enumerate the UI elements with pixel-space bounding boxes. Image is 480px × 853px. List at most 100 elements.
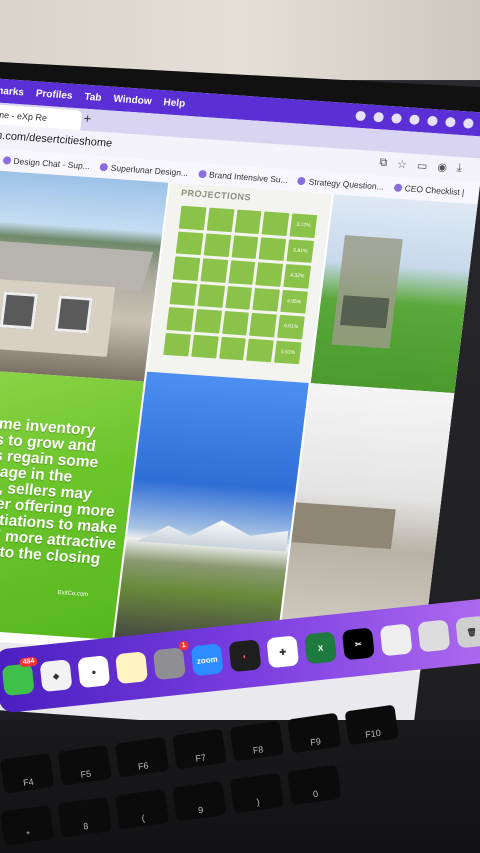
- key-f9[interactable]: F9: [287, 712, 342, 754]
- status-icon[interactable]: [462, 118, 474, 129]
- grid-cell: [218, 336, 247, 361]
- slack-icon[interactable]: ◆: [39, 659, 73, 693]
- downloads-icon[interactable]: [417, 619, 451, 653]
- toolbar-icons: ⧉ ☆ ▭ ◉ ⤓: [379, 156, 463, 175]
- bookmark-label: Brand Intensive Su...: [208, 169, 289, 185]
- bookmark-item[interactable]: Brand Intensive Su...: [197, 169, 289, 185]
- status-icon[interactable]: [355, 110, 367, 122]
- grid-cell: [194, 308, 222, 334]
- key-f6[interactable]: F6: [114, 736, 170, 778]
- url-text[interactable]: am.com/desertcitieshome: [0, 129, 113, 150]
- menu-bookmarks[interactable]: marks: [0, 85, 25, 98]
- extension-icon[interactable]: ◉: [437, 160, 448, 174]
- zoom-label: zoom: [196, 654, 219, 666]
- grid-cell: [221, 310, 250, 336]
- grid-cell: [224, 285, 253, 310]
- excel-icon[interactable]: X: [304, 631, 338, 665]
- promo-text: As home inventory begins to grow and buy…: [0, 413, 118, 568]
- grid-cell: [249, 312, 278, 337]
- grid-cell: [262, 211, 290, 236]
- grid-cell: [200, 258, 228, 283]
- status-icon[interactable]: [390, 113, 403, 124]
- zoom-icon[interactable]: zoom: [190, 643, 224, 677]
- page-content: As home inventory begins to grow and buy…: [0, 169, 478, 672]
- grid-cell: [169, 281, 197, 306]
- menu-help[interactable]: Help: [163, 97, 186, 109]
- grid-cell: [175, 231, 204, 256]
- key-f4[interactable]: F4: [0, 753, 55, 794]
- bookmark-favicon-icon: [2, 156, 12, 165]
- notes-icon[interactable]: [115, 651, 149, 685]
- star-icon[interactable]: ☆: [396, 158, 407, 172]
- grid-cell: 5.81%: [286, 238, 315, 263]
- messages-badge: 484: [19, 656, 38, 668]
- projections-post[interactable]: PROJECTIONS 3.17% 5.81% 4.32% 4.95% 6.61…: [147, 182, 332, 383]
- grid-cell: [255, 262, 284, 287]
- key-f7[interactable]: F7: [172, 728, 227, 770]
- chrome-icon[interactable]: ●: [77, 655, 111, 689]
- bookmark-item[interactable]: Design Chat - Sup...: [2, 155, 91, 171]
- house-photo[interactable]: [0, 169, 169, 382]
- settings-icon[interactable]: 1: [152, 640, 190, 681]
- key-f10[interactable]: F10: [344, 704, 399, 746]
- key-9[interactable]: 9: [172, 780, 227, 822]
- messages-icon[interactable]: 484: [1, 656, 38, 697]
- kitchen-counter: [291, 502, 396, 550]
- new-tab-button[interactable]: +: [83, 111, 92, 126]
- status-icon[interactable]: [444, 116, 457, 128]
- grid-cell: [197, 283, 225, 308]
- menu-tab[interactable]: Tab: [84, 91, 102, 103]
- grid-cell: [203, 232, 231, 258]
- key-close-paren[interactable]: ): [229, 772, 284, 814]
- grid-cell: [252, 287, 281, 312]
- bookmark-favicon-icon: [197, 169, 207, 179]
- sign-panel: [339, 295, 390, 329]
- house-window: [0, 291, 38, 330]
- key-asterisk[interactable]: *: [0, 805, 55, 846]
- status-icon[interactable]: [426, 115, 439, 127]
- status-icon[interactable]: [372, 111, 385, 123]
- grid-cell: [234, 209, 262, 234]
- grid-cell: [206, 207, 235, 232]
- status-icon[interactable]: [408, 114, 421, 126]
- projections-title: PROJECTIONS: [180, 187, 252, 203]
- key-8[interactable]: 8: [57, 796, 112, 838]
- grid-cell: 6.61%: [277, 314, 305, 339]
- key-f8[interactable]: F8: [229, 720, 284, 762]
- key-f5[interactable]: F5: [57, 744, 112, 786]
- bookmark-favicon-icon: [297, 176, 307, 186]
- menu-window[interactable]: Window: [113, 93, 152, 107]
- menu-profiles[interactable]: Profiles: [35, 88, 73, 101]
- snow-mountains: [136, 512, 289, 552]
- figma-icon[interactable]: ◐: [228, 639, 262, 673]
- key-0[interactable]: 0: [287, 764, 342, 806]
- grid-cell: [246, 338, 274, 363]
- key-open-paren[interactable]: (: [114, 788, 170, 830]
- trash-icon[interactable]: 🗑: [455, 615, 480, 649]
- laptop-keyboard: F4 F5 F6 F7 F8 F9 F10 * 8 ( 9 ) 0: [0, 704, 480, 853]
- grid-cell: [172, 256, 201, 281]
- grid-cell: 3.17%: [289, 213, 318, 238]
- grid-cell: [178, 205, 207, 230]
- field-sign-photo[interactable]: [310, 194, 478, 394]
- grid-cell: [166, 307, 194, 332]
- extension-icon[interactable]: ▭: [416, 159, 428, 173]
- projections-grid: 3.17% 5.81% 4.32% 4.95% 6.61% 5.51%: [163, 205, 318, 365]
- bookmark-label: Design Chat - Sup...: [12, 155, 91, 172]
- install-icon[interactable]: ⧉: [379, 156, 388, 169]
- grid-cell: [228, 260, 256, 285]
- slack-app-icon[interactable]: ✚: [266, 635, 300, 669]
- bookmark-item[interactable]: CEO Checklist |: [393, 182, 465, 197]
- mountain-road-photo[interactable]: [114, 371, 309, 652]
- folder-icon[interactable]: [379, 623, 413, 657]
- bookmark-item[interactable]: Strategy Question...: [297, 176, 384, 192]
- bookmark-item[interactable]: Superlunar Design...: [99, 162, 189, 178]
- bookmark-label: Superlunar Design...: [110, 162, 189, 179]
- download-icon[interactable]: ⤓: [456, 162, 462, 175]
- grid-cell: [258, 236, 287, 261]
- tab-title: ome - eXp Re: [0, 109, 48, 124]
- bookmark-label: Strategy Question...: [308, 176, 385, 192]
- grid-cell: [163, 332, 191, 357]
- grid-cell: 4.95%: [280, 289, 308, 314]
- capcut-icon[interactable]: ✂: [341, 627, 375, 661]
